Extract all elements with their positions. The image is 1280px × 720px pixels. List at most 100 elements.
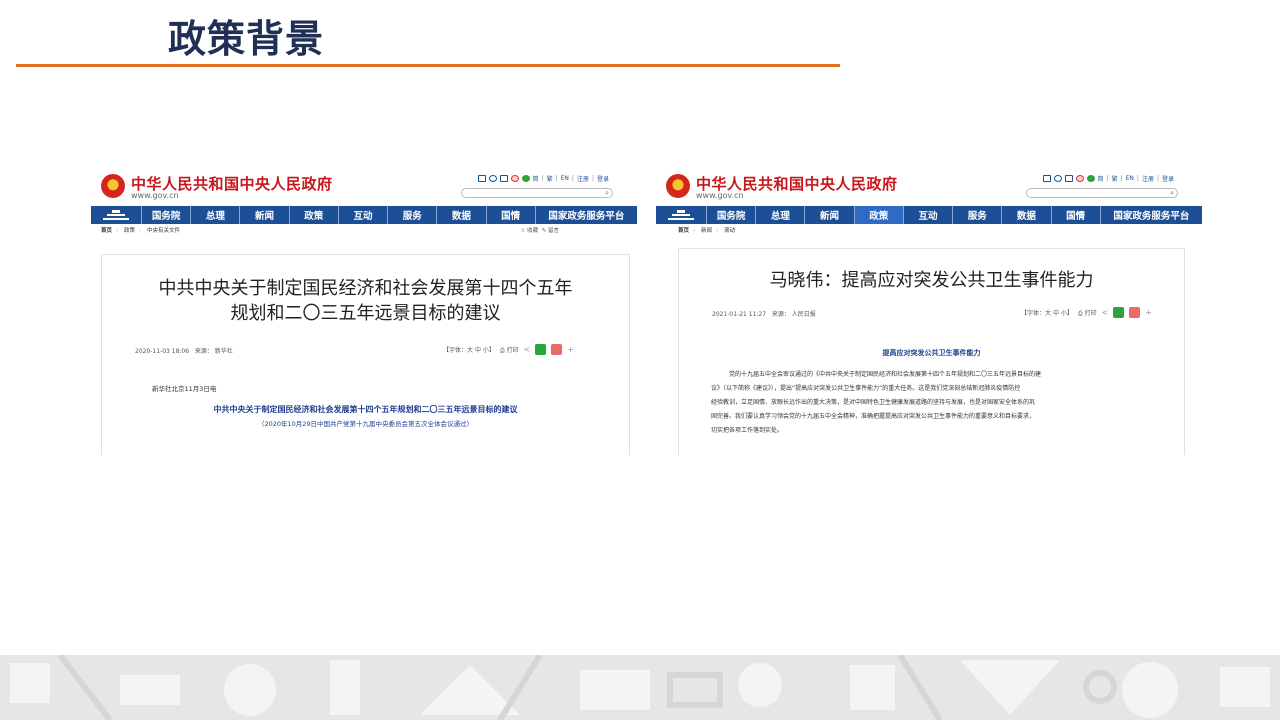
nav-item-service-platform[interactable]: 国家政务服务平台 [536, 206, 637, 224]
nav-item-premier[interactable]: 总理 [756, 206, 806, 224]
font-size-control[interactable]: 【字体：大 中 小】 [1021, 308, 1073, 317]
link-register[interactable]: 注册 [577, 174, 589, 183]
home-icon [668, 210, 694, 220]
article-source: 来源： 新华社 [194, 348, 233, 355]
wechat-share-icon[interactable] [535, 344, 547, 355]
site-url: www.gov.cn [131, 191, 179, 200]
link-simplified[interactable]: 简 [533, 174, 539, 183]
nav-item-data[interactable]: 数据 [437, 206, 487, 224]
paragraph-line-3: 经验教训，立足国情、放眼长远作出的重大决策，是对中国特色卫生健康发展道路的坚持与… [711, 399, 1036, 406]
paragraph-line-5: 切实把各项工作落到实处。 [711, 427, 784, 434]
nav-item-state-council[interactable]: 国务院 [707, 206, 757, 224]
link-english[interactable]: EN [1126, 175, 1134, 182]
breadcrumb: 首页 › 新闻 › 滚动 [678, 228, 735, 234]
breadcrumb-news[interactable]: 新闻 [701, 228, 712, 234]
decorative-footer-pattern [0, 655, 1280, 720]
font-size-control[interactable]: 【字体：大 中 小】 [443, 345, 495, 354]
comment-link[interactable]: ✎ 留言 [542, 228, 559, 234]
article-dateline: 新华社北京11月3日电 [152, 385, 217, 393]
weibo-icon[interactable] [510, 175, 519, 182]
more-share-icon[interactable]: + [1145, 308, 1152, 317]
article-title-line-1: 中共中央关于制定国民经济和社会发展第十四个五年 [158, 278, 573, 299]
link-login[interactable]: 登录 [1162, 174, 1174, 183]
article-subheading: 提高应对突发公共卫生事件能力 [882, 349, 981, 357]
article-body: 党的十九届五中全会审议通过的《中共中央关于制定国民经济和社会发展第十四个五年规划… [711, 368, 1164, 438]
national-emblem-icon [101, 174, 125, 198]
document-subtitle: （2020年10月29日中国共产党第十九届中央委员会第五次全体会议通过） [257, 420, 474, 428]
more-share-icon[interactable]: + [567, 345, 574, 354]
paragraph-line-1: 党的十九届五中全会审议通过的《中共中央关于制定国民经济和社会发展第十四个五年规划… [729, 371, 1042, 378]
search-icon[interactable]: ⌕ [1170, 189, 1174, 197]
link-simplified[interactable]: 简 [1098, 174, 1104, 183]
favorite-link[interactable]: ☆ 收藏 [520, 228, 538, 234]
nav-item-services[interactable]: 服务 [388, 206, 438, 224]
nav-home[interactable] [656, 206, 707, 224]
accessibility-icon[interactable] [1053, 175, 1062, 182]
weibo-icon[interactable] [1075, 175, 1084, 182]
nav-item-service-platform[interactable]: 国家政务服务平台 [1101, 206, 1202, 224]
nav-item-services[interactable]: 服务 [953, 206, 1003, 224]
utility-bar: 简 | 繁 | EN | 注册 | 登录 [477, 174, 609, 183]
nav-item-national-info[interactable]: 国情 [1052, 206, 1101, 224]
utility-bar: 简 | 繁 | EN | 注册 | 登录 [1042, 174, 1174, 183]
breadcrumb-rolling[interactable]: 滚动 [724, 228, 735, 234]
print-button[interactable]: ⎙ 打印 [1078, 308, 1097, 318]
nav-item-premier[interactable]: 总理 [191, 206, 241, 224]
share-icon[interactable]: < [524, 345, 531, 354]
link-traditional[interactable]: 繁 [1112, 174, 1118, 183]
site-search-input[interactable]: ⌕ [461, 188, 613, 198]
national-emblem-icon [666, 174, 690, 198]
article-date: 2021-01-21 11:27 [712, 311, 767, 318]
nav-item-news[interactable]: 新闻 [805, 206, 855, 224]
article-source: 来源： 人民日报 [771, 311, 816, 318]
link-english[interactable]: EN [561, 175, 569, 182]
breadcrumb-home[interactable]: 首页 [101, 228, 112, 234]
nav-item-news[interactable]: 新闻 [240, 206, 290, 224]
screenshot-policy-document: 中华人民共和国中央人民政府 www.gov.cn 简 | 繁 | EN | 注册 | 登… [91, 160, 637, 455]
link-traditional[interactable]: 繁 [547, 174, 553, 183]
site-search-input[interactable]: ⌕ [1026, 188, 1178, 198]
nav-item-national-info[interactable]: 国情 [487, 206, 536, 224]
weibo-share-icon[interactable] [551, 344, 563, 355]
wechat-icon[interactable] [521, 175, 530, 182]
weibo-share-icon[interactable] [1129, 307, 1141, 318]
breadcrumb-home[interactable]: 首页 [678, 228, 689, 234]
geometric-pattern-graphic [0, 655, 1280, 720]
mail-icon[interactable] [477, 175, 486, 182]
article-meta: 2021-01-21 11:27 来源： 人民日报 【字体：大 中 小】 ⎙ 打… [712, 307, 1152, 323]
wechat-share-icon[interactable] [1113, 307, 1125, 318]
paragraph-line-2: 议》（以下简称《建议》），提出“提高应对突发公共卫生事件能力”的重大任务。这是我… [711, 385, 1021, 392]
nav-item-policy-active[interactable]: 政策 [854, 206, 904, 224]
link-register[interactable]: 注册 [1142, 174, 1154, 183]
screenshot-news-article: 中华人民共和国中央人民政府 www.gov.cn 简 | 繁 | EN | 注册 | 登… [656, 160, 1202, 455]
main-nav: 国务院 总理 新闻 政策 互动 服务 数据 国情 国家政务服务平台 [656, 206, 1202, 224]
nav-item-interaction[interactable]: 互动 [904, 206, 954, 224]
breadcrumb-policy[interactable]: 政策 [124, 228, 135, 234]
mail-icon[interactable] [1042, 175, 1051, 182]
article-card: 中共中央关于制定国民经济和社会发展第十四个五年 规划和二〇三五年远景目标的建议 … [101, 254, 630, 455]
accessibility-icon[interactable] [488, 175, 497, 182]
site-url: www.gov.cn [696, 191, 744, 200]
breadcrumb: 首页 › 政策 › 中央有关文件 ☆ 收藏 ✎ 留言 [101, 228, 559, 234]
nav-item-state-council[interactable]: 国务院 [142, 206, 192, 224]
mobile-icon[interactable] [1064, 175, 1073, 182]
nav-item-interaction[interactable]: 互动 [339, 206, 389, 224]
nav-home[interactable] [91, 206, 142, 224]
breadcrumb-central-docs[interactable]: 中央有关文件 [147, 228, 180, 234]
paragraph-line-4: 固完善。我们要认真学习领会党的十九届五中全会精神，准确把握提高应对突发公共卫生事… [711, 413, 1036, 420]
share-icon[interactable]: < [1102, 308, 1109, 317]
nav-item-policy[interactable]: 政策 [290, 206, 339, 224]
document-title: 中共中央关于制定国民经济和社会发展第十四个五年规划和二〇三五年远景目标的建议 [213, 405, 518, 414]
nav-item-data[interactable]: 数据 [1002, 206, 1052, 224]
wechat-icon[interactable] [1086, 175, 1095, 182]
link-login[interactable]: 登录 [597, 174, 609, 183]
site-header: 中华人民共和国中央人民政府 www.gov.cn 简 | 繁 | EN | 注册 | 登… [656, 160, 1202, 206]
article-date: 2020-11-03 18:06 [135, 348, 190, 355]
print-button[interactable]: ⎙ 打印 [500, 345, 519, 355]
search-icon[interactable]: ⌕ [605, 189, 609, 197]
mobile-icon[interactable] [499, 175, 508, 182]
main-nav: 国务院 总理 新闻 政策 互动 服务 数据 国情 国家政务服务平台 [91, 206, 637, 224]
slide-title: 政策背景 [168, 17, 325, 61]
article-title-line-2: 规划和二〇三五年远景目标的建议 [230, 303, 501, 324]
article-card: 马晓伟：提高应对突发公共卫生事件能力 2021-01-21 11:27 来源： … [678, 248, 1185, 455]
